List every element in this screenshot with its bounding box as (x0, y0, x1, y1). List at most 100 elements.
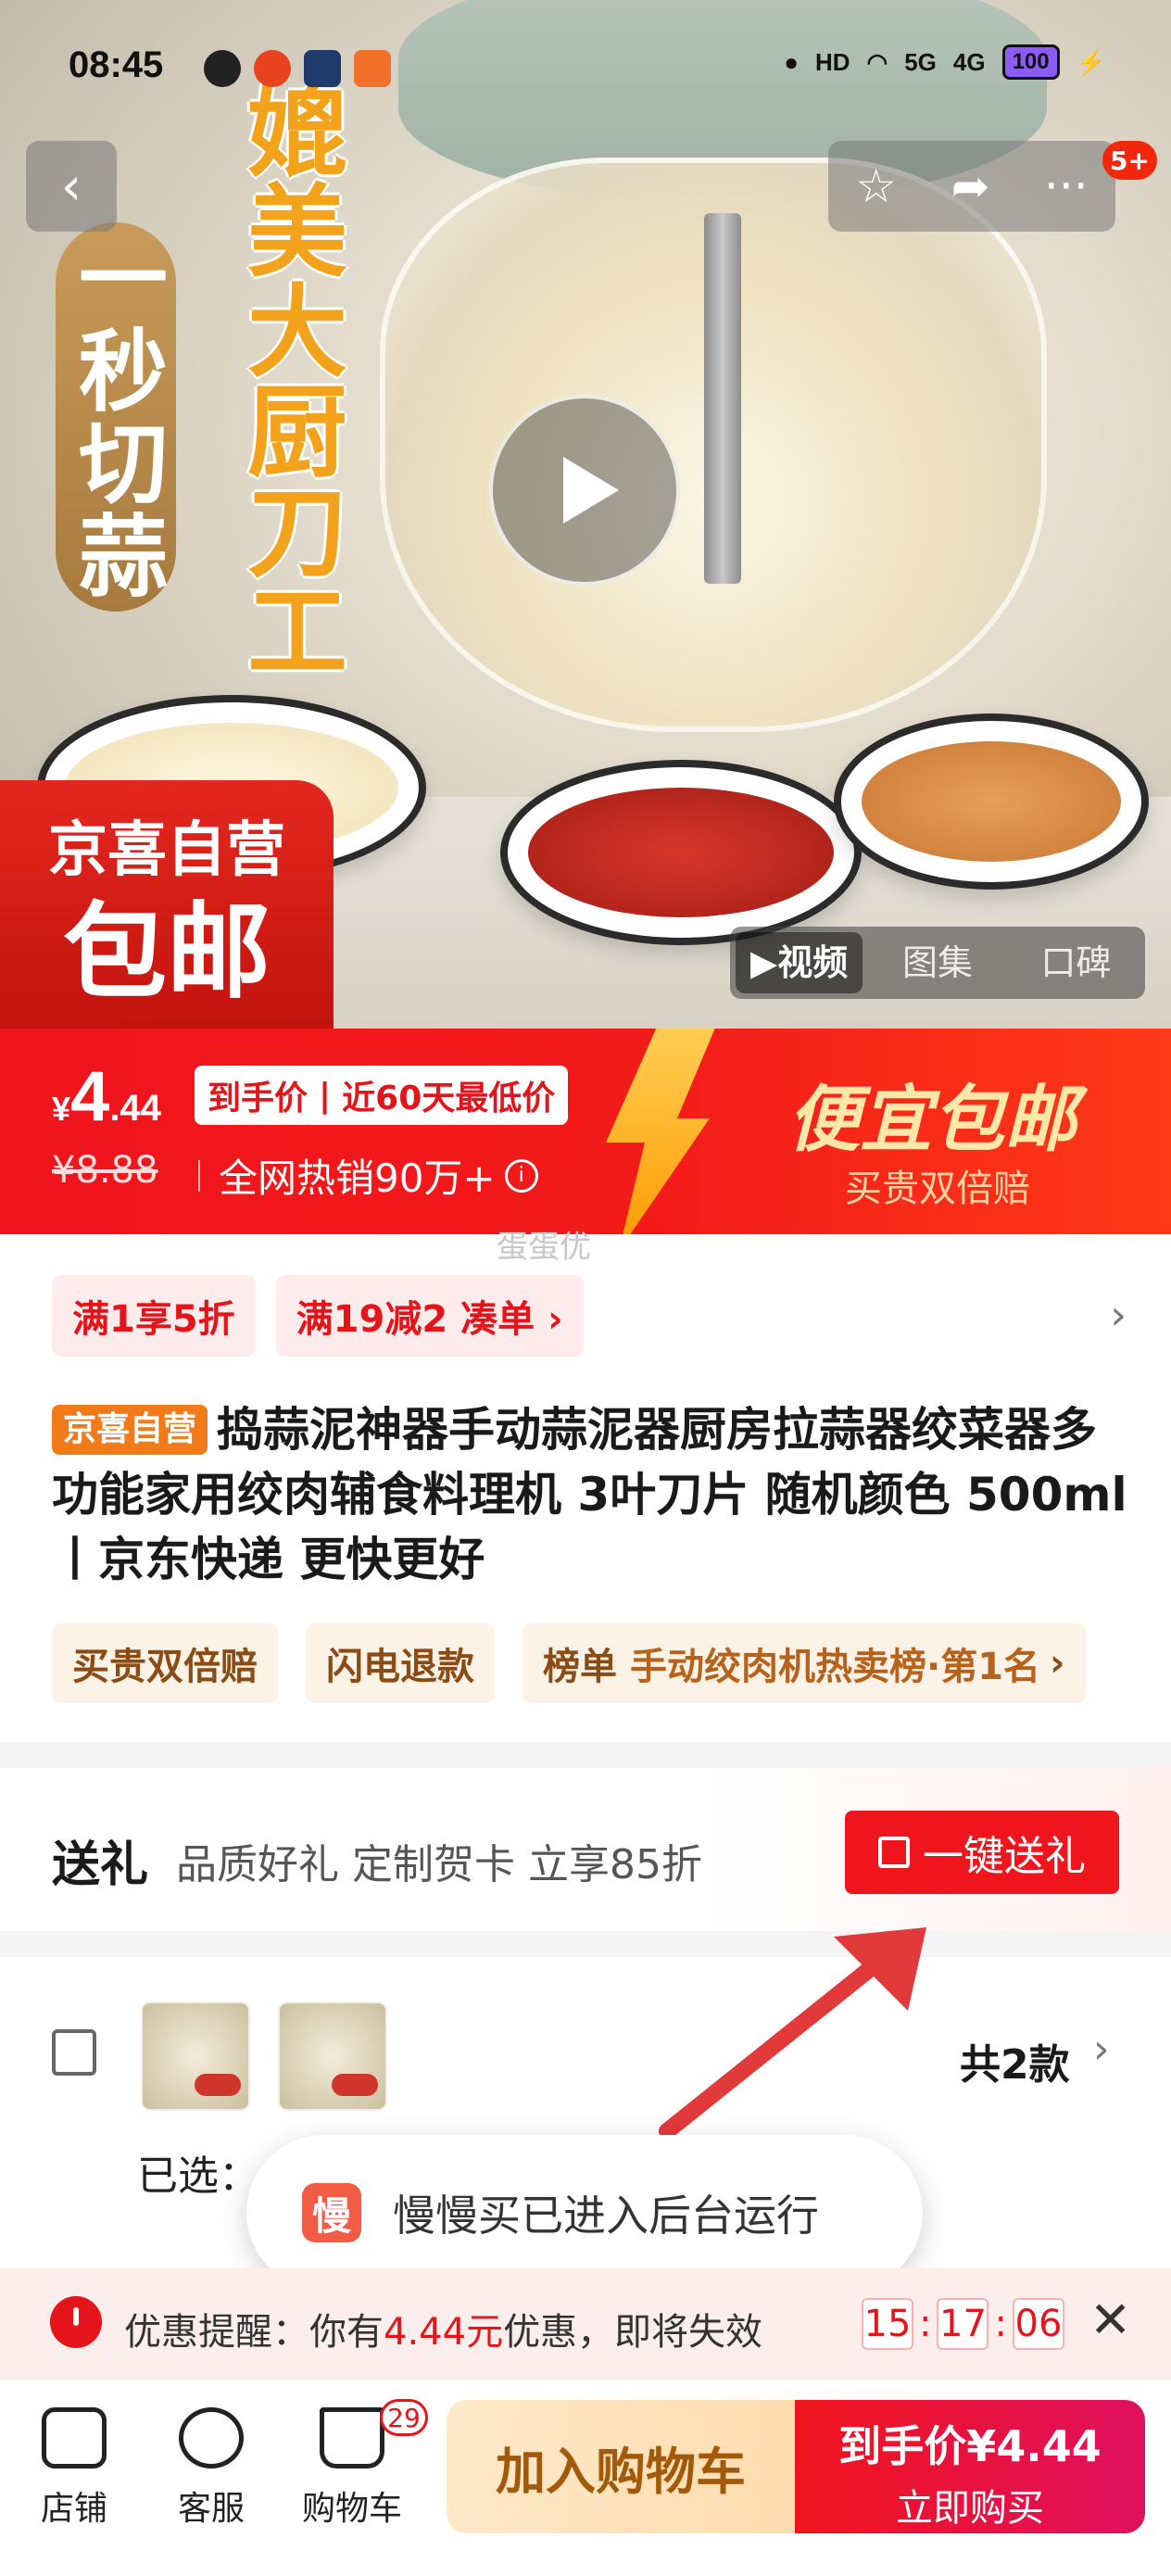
cart-label: 购物车 (301, 2490, 402, 2528)
price-tag-right: 近60天最低价 (342, 1080, 556, 1118)
chevron-right-icon[interactable]: › (1093, 2026, 1110, 2073)
hero-vertical-slogan-left: 一秒切蒜 (56, 222, 176, 612)
price-tag-left: 到手价 (208, 1080, 308, 1118)
promo-badge: 京喜自营 包邮 (0, 780, 334, 1029)
add-to-cart-button[interactable]: 加入购物车 (447, 2400, 795, 2533)
service-tags: 买贵双倍赔 闪电退款 榜单 手动绞肉机热卖榜·第1名 › (52, 1623, 1086, 1703)
current-price: ¥ 4 .44 (52, 1056, 161, 1137)
promo-badge-line2: 包邮 (63, 892, 271, 1013)
variant-thumbnail[interactable] (141, 2001, 250, 2111)
variant-count: 共2款 (960, 2041, 1070, 2089)
hd-label: HD (814, 47, 850, 76)
price-tag: 到手价 | 近60天最低价 (195, 1066, 569, 1125)
countdown-colon: : (919, 2303, 932, 2345)
mail-icon (304, 50, 341, 87)
reminder-amount: 4.44元 (384, 2311, 504, 2354)
buy-now-label: 立即购买 (896, 2487, 1044, 2530)
send-gift-label: 一键送礼 (923, 1833, 1086, 1880)
variant-icon (52, 2029, 96, 2076)
location-icon: ● (784, 47, 799, 76)
price-tag-separator: | (319, 1076, 332, 1115)
cart-icon: 29 (320, 2399, 428, 2469)
service-tag-quick-refund[interactable]: 闪电退款 (306, 1623, 495, 1703)
play-icon (563, 457, 619, 524)
tab-video[interactable]: ▶视频 (736, 932, 863, 993)
banner-title: 便宜包邮 (787, 1078, 1077, 1162)
battery-icon: 100 (1001, 44, 1060, 80)
service-tag-double-refund[interactable]: 买贵双倍赔 (52, 1623, 278, 1703)
product-title-text: 捣蒜泥神器手动蒜泥器厨房拉蒜器绞菜器多功能家用绞肉辅食料理机 3叶刀片 随机颜色… (52, 1403, 1127, 1586)
lightning-icon (606, 1029, 723, 1234)
wifi-icon: ◠ (866, 47, 888, 76)
app-icon: 慢 (302, 2183, 361, 2242)
buy-now-button[interactable]: 到手价¥4.44 立即购买 (795, 2400, 1145, 2533)
gift-title: 送礼 (52, 1837, 149, 1893)
notification-badge: 5+ (1102, 141, 1157, 180)
annotation-arrow (659, 1927, 926, 2140)
ranking-prefix: 榜单 (543, 1646, 617, 1688)
tab-gallery[interactable]: 图集 (874, 932, 1001, 993)
net1-label: 5G (904, 47, 937, 76)
cart-tab[interactable]: 29 购物车 (287, 2399, 428, 2530)
store-tab[interactable]: 店铺 (9, 2407, 139, 2530)
section-divider (0, 1742, 1171, 1768)
section-divider (0, 1931, 1171, 1957)
customer-service-tab[interactable]: 客服 (146, 2407, 276, 2530)
price-currency: ¥ (52, 1090, 71, 1128)
promo-badge-line1: 京喜自营 (48, 816, 285, 885)
coupon-more-arrow[interactable]: › (1110, 1292, 1127, 1339)
carrot-plate-image (834, 713, 1149, 890)
countdown-minutes: 17 (937, 2298, 989, 2350)
countdown-timer: 15 : 17 : 06 (862, 2298, 1064, 2350)
price-banner: ¥ 4 .44 到手价 | 近60天最低价 ¥8.88 全网热销90万+ i 便… (0, 1029, 1171, 1234)
status-right-icons: ● HD ◠ 5G 4G 100 ⚡ (784, 44, 1106, 80)
status-bar: 08:45 ● HD ◠ 5G 4G 100 ⚡ (0, 0, 1171, 139)
hot-sale-info[interactable]: 全网热销90万+ i (198, 1147, 538, 1204)
countdown-seconds: 06 (1012, 2298, 1064, 2350)
discount-reminder: 优惠提醒：你有4.44元优惠，即将失效 15 : 17 : 06 ✕ (0, 2268, 1171, 2380)
back-button[interactable]: ‹ (26, 141, 117, 232)
tab-reviews[interactable]: 口碑 (1013, 932, 1140, 993)
ranking-text: 手动绞肉机热卖榜·第1名 (630, 1646, 1041, 1688)
net2-label: 4G (952, 47, 986, 76)
wechat-icon (204, 50, 241, 87)
countdown-hours: 15 (862, 2298, 913, 2350)
store-tag: 京喜自营 (52, 1405, 208, 1455)
countdown-colon: : (994, 2303, 1007, 2345)
app-notification-icon (254, 50, 291, 87)
coupon-reduction[interactable]: 满19减2 凑单 › (275, 1275, 584, 1357)
gift-subtitle: 品质好礼 定制贺卡 立享85折 (176, 1841, 702, 1888)
video-play-button[interactable] (489, 395, 680, 586)
info-icon[interactable]: i (504, 1158, 538, 1193)
customer-service-label: 客服 (177, 2490, 245, 2528)
gift-row[interactable]: 送礼 品质好礼 定制贺卡 立享85折 一键送礼 (0, 1768, 1171, 1931)
smile-icon (179, 2407, 244, 2469)
close-icon[interactable]: ✕ (1089, 2291, 1131, 2349)
reminder-prefix: 优惠提醒：你有 (124, 2311, 384, 2354)
hot-sale-text: 全网热销90万+ (219, 1155, 496, 1201)
reminder-suffix: 优惠，即将失效 (503, 2311, 763, 2354)
charging-icon: ⚡ (1076, 47, 1106, 76)
more-icon[interactable]: ··· (1044, 159, 1089, 213)
bottom-action-bar: 店铺 客服 29 购物车 加入购物车 到手价¥4.44 立即购买 (0, 2380, 1171, 2576)
reminder-text: 优惠提醒：你有4.44元优惠，即将失效 (124, 2302, 762, 2355)
ranking-arrow: › (1050, 1642, 1065, 1685)
watermark-text: 蛋蛋优 (497, 1229, 591, 1266)
media-tabs: ▶视频 图集 口碑 (730, 927, 1145, 999)
status-time: 08:45 (69, 44, 164, 85)
chevron-left-icon: ‹ (60, 156, 82, 217)
buy-now-price: 到手价¥4.44 (838, 2421, 1102, 2471)
cart-count-badge: 29 (380, 2399, 428, 2436)
coupon-reduction-action[interactable]: 凑单 › (460, 1289, 562, 1343)
coupon-discount[interactable]: 满1享5折 (52, 1275, 256, 1357)
service-tag-ranking[interactable]: 榜单 手动绞肉机热卖榜·第1名 › (523, 1623, 1086, 1703)
star-icon[interactable]: ☆ (855, 159, 897, 213)
store-label: 店铺 (40, 2490, 107, 2528)
coupon-reduction-label: 满19减2 (296, 1298, 448, 1341)
wallet-icon (354, 50, 391, 87)
share-icon[interactable]: ➦ (951, 159, 990, 213)
chili-plate-image (500, 760, 862, 945)
send-gift-button[interactable]: 一键送礼 (845, 1811, 1119, 1894)
variant-thumbnail[interactable] (278, 2001, 387, 2111)
chopper-blade-image (704, 213, 741, 584)
